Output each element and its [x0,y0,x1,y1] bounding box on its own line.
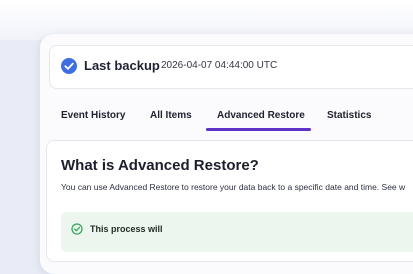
section-description: You can use Advanced Restore to restore … [61,182,406,192]
tab-all-items[interactable]: All Items [150,110,192,121]
tab-bar: Event History All Items Advanced Restore… [48,104,413,134]
tab-statistics[interactable]: Statistics [327,110,371,121]
active-tab-indicator [206,128,311,131]
process-heading: This process will [90,224,163,234]
tab-event-history[interactable]: Event History [61,110,125,121]
section-title: What is Advanced Restore? [61,157,259,174]
last-backup-timestamp: 2026-04-07 04:44:00 UTC [161,60,278,71]
tab-advanced-restore[interactable]: Advanced Restore [217,110,305,121]
check-outline-icon [71,222,83,240]
last-backup-label: Last backup [84,58,160,73]
check-circle-icon [61,58,77,74]
